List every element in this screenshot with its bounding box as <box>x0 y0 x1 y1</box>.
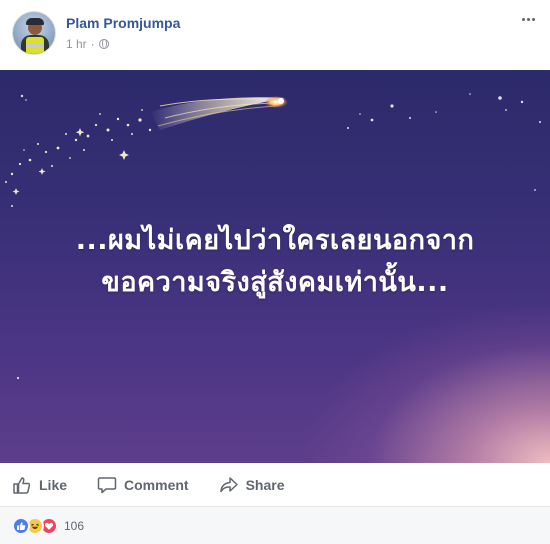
post-meta: 1 hr · <box>66 37 109 51</box>
globe-icon[interactable] <box>98 39 109 49</box>
meta-separator: · <box>90 37 95 51</box>
image-caption-text: ...ผมไม่เคยไปว่าใครเลยนอกจาก ขอความจริงส… <box>0 220 550 304</box>
like-button[interactable]: Like <box>12 475 67 495</box>
comment-button[interactable]: Comment <box>97 475 189 495</box>
thumbs-up-icon <box>13 476 31 494</box>
image-caption-line-2: ขอความจริงสู่สังคมเท่านั้น... <box>101 267 449 298</box>
post-actions-bar: Like Comment Share <box>0 463 550 507</box>
more-options-icon[interactable] <box>522 14 538 24</box>
reaction-icons[interactable] <box>12 516 58 535</box>
author-avatar[interactable] <box>12 11 56 55</box>
share-label: Share <box>245 476 285 493</box>
author-name-link[interactable]: Plam Promjumpa <box>66 15 180 31</box>
reaction-count[interactable]: 106 <box>64 519 84 533</box>
post-timestamp[interactable]: 1 hr <box>66 37 87 51</box>
like-label: Like <box>39 476 68 493</box>
comment-bubble-icon <box>97 476 117 493</box>
post-header: Plam Promjumpa 1 hr · <box>0 0 550 70</box>
comet-icon <box>150 96 288 130</box>
share-arrow-icon <box>219 476 238 492</box>
image-caption-line-1: ...ผมไม่เคยไปว่าใครเลยนอกจาก <box>75 225 475 256</box>
reactions-bar: 106 <box>0 507 550 544</box>
like-reaction-icon[interactable] <box>12 516 30 535</box>
comment-label: Comment <box>124 476 189 493</box>
share-button[interactable]: Share <box>219 475 285 495</box>
post-image[interactable]: ...ผมไม่เคยไปว่าใครเลยนอกจาก ขอความจริงส… <box>0 70 550 463</box>
facebook-post: Plam Promjumpa 1 hr · ...ผมไม่เคยไปว่าใค… <box>0 0 550 544</box>
sparkle-trail <box>5 109 152 195</box>
